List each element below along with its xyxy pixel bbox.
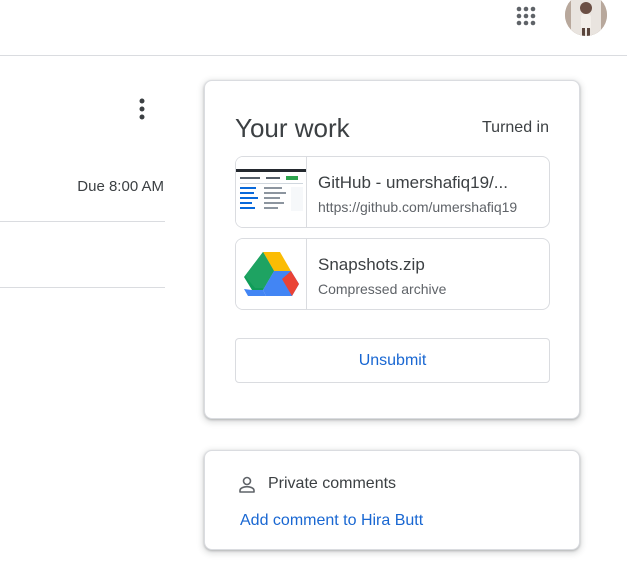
submission-status: Turned in [482,119,549,136]
private-comments-label: Private comments [268,475,397,492]
webpage-screenshot-thumbnail [236,157,307,227]
attachment-url: https://github.com/umershafiq19 [318,199,518,215]
attachment-title: GitHub - umershafiq19/... [318,173,508,192]
person-icon [239,476,255,493]
top-app-bar [0,0,627,56]
avatar-photo [565,0,607,36]
your-work-title: Your work [235,113,350,143]
attachment-snapshots-zip[interactable]: Snapshots.zip Compressed archive [235,238,550,310]
private-comments-card: Private comments Add comment to Hira But… [204,450,580,550]
more-vert-icon [139,98,145,120]
due-date: Due 8:00 AM [77,178,164,195]
google-apps-button[interactable] [510,0,542,32]
google-drive-icon [236,239,307,309]
unsubmit-button[interactable]: Unsubmit [235,338,550,383]
add-private-comment-link[interactable]: Add comment to Hira Butt [240,512,423,530]
more-options-button[interactable] [127,94,157,124]
attachment-github-link[interactable]: GitHub - umershafiq19/... https://github… [235,156,550,228]
user-avatar[interactable] [565,0,607,36]
divider [0,221,165,222]
divider [0,287,165,288]
your-work-card: Your work Turned in GitHub - umershafiq1… [204,80,580,419]
attachment-title: Snapshots.zip [318,255,425,274]
google-apps-grid-icon [516,6,536,26]
classroom-assignment-page: Due 8:00 AM Your work Turned in GitHub -… [0,0,627,585]
attachment-type: Compressed archive [318,281,447,297]
